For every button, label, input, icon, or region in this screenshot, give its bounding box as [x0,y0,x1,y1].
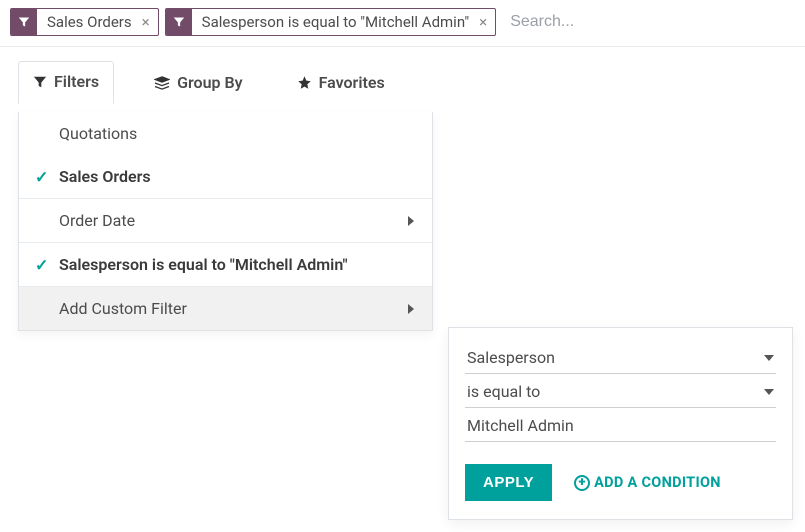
operator-select[interactable]: is equal to [465,378,776,408]
tab-label: Group By [177,73,243,92]
filter-option-label: Sales Orders [59,167,151,186]
value-input-text: Mitchell Admin [467,416,574,435]
check-icon: ✓ [35,255,48,274]
funnel-icon [33,75,47,89]
field-select-value: Salesperson [467,348,555,367]
close-icon[interactable]: × [477,13,495,31]
star-icon [297,75,312,90]
search-bar: Sales Orders × Salesperson is equal to "… [0,0,805,47]
filter-option-label: Add Custom Filter [59,299,187,318]
chevron-right-icon [408,304,414,314]
filter-option-label: Order Date [59,211,135,230]
add-custom-filter[interactable]: Add Custom Filter [19,287,432,330]
filter-option-order-date[interactable]: Order Date [19,199,432,242]
tab-label: Favorites [319,73,385,92]
add-condition-label: ADD A CONDITION [594,474,721,491]
funnel-icon [166,9,192,35]
custom-filter-panel: Salesperson is equal to Mitchell Admin A… [448,327,793,520]
tab-label: Filters [54,72,99,91]
chevron-down-icon [764,355,774,361]
filter-option-quotations[interactable]: Quotations [19,112,432,155]
value-input[interactable]: Mitchell Admin [465,412,776,442]
filter-facet-sales-orders[interactable]: Sales Orders × [10,8,159,36]
facet-label: Sales Orders [37,13,140,31]
apply-button[interactable]: APPLY [465,464,552,501]
tab-filters[interactable]: Filters [18,61,114,104]
facet-label: Salesperson is equal to "Mitchell Admin" [192,13,478,31]
chevron-down-icon [764,389,774,395]
filter-option-custom-salesperson[interactable]: ✓ Salesperson is equal to "Mitchell Admi… [19,243,432,286]
filter-option-label: Salesperson is equal to "Mitchell Admin" [59,255,348,274]
funnel-icon [11,9,37,35]
search-input[interactable] [502,9,795,35]
filters-dropdown: Quotations ✓ Sales Orders Order Date ✓ S… [18,112,433,331]
tab-favorites[interactable]: Favorites [283,63,399,104]
operator-select-value: is equal to [467,382,540,401]
add-condition-button[interactable]: + ADD A CONDITION [574,474,721,491]
field-select[interactable]: Salesperson [465,344,776,374]
filter-tabs: Filters Group By Favorites [0,47,805,104]
layers-icon [154,76,170,90]
custom-filter-actions: APPLY + ADD A CONDITION [465,464,776,501]
tab-groupby[interactable]: Group By [140,63,257,104]
check-icon: ✓ [35,167,48,186]
filter-option-sales-orders[interactable]: ✓ Sales Orders [19,155,432,198]
filter-facet-salesperson[interactable]: Salesperson is equal to "Mitchell Admin"… [165,8,497,36]
chevron-right-icon [408,216,414,226]
plus-circle-icon: + [574,475,590,491]
close-icon[interactable]: × [140,13,158,31]
filter-option-label: Quotations [59,124,137,143]
